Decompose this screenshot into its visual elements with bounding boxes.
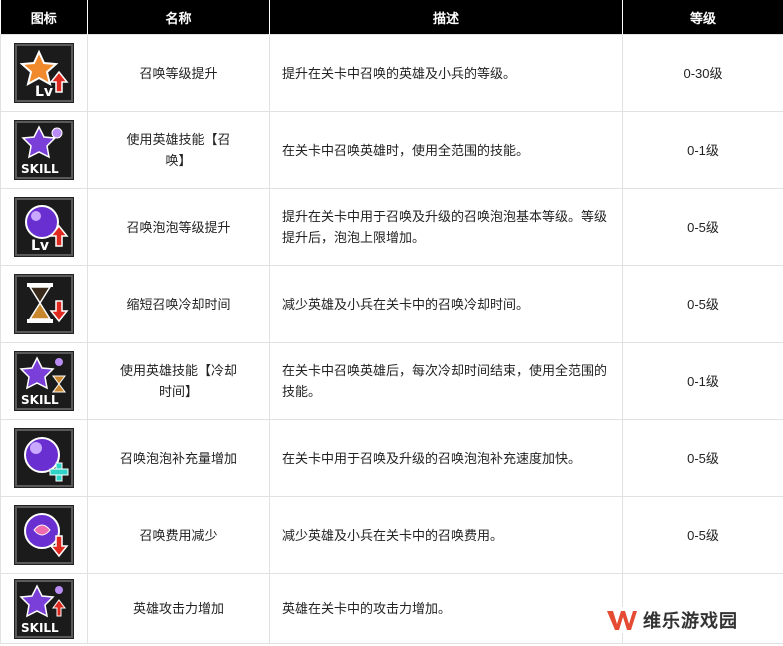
table-row: Lv 召唤泡泡等级提升 提升在关卡中用于召唤及升级的召唤泡泡基本等级。等级提升后…	[0, 188, 783, 266]
skill-name: 缩短召唤冷却时间	[87, 265, 270, 343]
hero-skill-summon-icon: SKILL	[14, 120, 74, 180]
skill-table: 图标 名称 描述 等级 Lv 召唤等级提升 提升在关卡中召唤的英雄及小兵的等级。…	[0, 0, 783, 644]
table-row: 缩短召唤冷却时间 减少英雄及小兵在关卡中的召唤冷却时间。 0-5级	[0, 265, 783, 343]
skill-desc: 减少英雄及小兵在关卡中的召唤费用。	[269, 496, 623, 574]
skill-desc: 提升在关卡中召唤的英雄及小兵的等级。	[269, 34, 623, 112]
skill-name: 使用英雄技能【冷却时间】	[87, 342, 270, 420]
table-row: Lv 召唤等级提升 提升在关卡中召唤的英雄及小兵的等级。 0-30级	[0, 34, 783, 112]
skill-name: 召唤泡泡补充量增加	[87, 419, 270, 497]
skill-name: 使用英雄技能【召唤】	[87, 111, 270, 189]
skill-name: 召唤泡泡等级提升	[87, 188, 270, 266]
svg-text:SKILL: SKILL	[21, 162, 59, 176]
hourglass-cooldown-down-icon	[14, 274, 74, 334]
skill-level: 0-5级	[622, 265, 783, 343]
skill-level: 0-5级	[622, 419, 783, 497]
skill-desc: 在关卡中召唤英雄后，每次冷却时间结束，使用全范围的技能。	[269, 342, 623, 420]
svg-text:Lv: Lv	[35, 84, 53, 100]
w-logo-icon	[607, 611, 637, 630]
table-row: 召唤费用减少 减少英雄及小兵在关卡中的召唤费用。 0-5级	[0, 496, 783, 574]
skill-name: 召唤等级提升	[87, 34, 270, 112]
table-header: 图标 名称 描述 等级	[0, 0, 783, 35]
skill-level: 0-5级	[622, 188, 783, 266]
skill-desc: 提升在关卡中用于召唤及升级的召唤泡泡基本等级。等级提升后，泡泡上限增加。	[269, 188, 623, 266]
skill-name: 召唤费用减少	[87, 496, 270, 574]
skill-desc: 英雄在关卡中的攻击力增加。	[269, 573, 623, 644]
svg-text:SKILL: SKILL	[21, 621, 59, 635]
header-level: 等级	[622, 0, 783, 35]
header-icon: 图标	[0, 0, 88, 35]
header-name: 名称	[87, 0, 270, 35]
bubble-cost-down-icon	[14, 505, 74, 565]
skill-level: 0-1级	[622, 342, 783, 420]
table-row: SKILL 使用英雄技能【冷却时间】 在关卡中召唤英雄后，每次冷却时间结束，使用…	[0, 342, 783, 420]
table-row: SKILL 使用英雄技能【召唤】 在关卡中召唤英雄时，使用全范围的技能。 0-1…	[0, 111, 783, 189]
svg-text:SKILL: SKILL	[21, 393, 59, 407]
skill-desc: 在关卡中用于召唤及升级的召唤泡泡补充速度加快。	[269, 419, 623, 497]
skill-desc: 减少英雄及小兵在关卡中的召唤冷却时间。	[269, 265, 623, 343]
star-level-up-icon: Lv	[14, 43, 74, 103]
hero-skill-cooldown-icon: SKILL	[14, 351, 74, 411]
table-row: 召唤泡泡补充量增加 在关卡中用于召唤及升级的召唤泡泡补充速度加快。 0-5级	[0, 419, 783, 497]
skill-name: 英雄攻击力增加	[87, 573, 270, 644]
header-desc: 描述	[269, 0, 623, 35]
hero-skill-attack-up-icon: SKILL	[14, 578, 74, 639]
skill-level: 0-30级	[622, 34, 783, 112]
skill-level: 0-1级	[622, 111, 783, 189]
skill-level: 0-5级	[622, 496, 783, 574]
watermark-text: 维乐游戏园	[643, 611, 738, 632]
bubble-level-up-icon: Lv	[14, 197, 74, 257]
watermark-logo: 维乐游戏园	[607, 607, 744, 633]
skill-desc: 在关卡中召唤英雄时，使用全范围的技能。	[269, 111, 623, 189]
svg-text:Lv: Lv	[31, 238, 49, 254]
bubble-charge-plus-icon	[14, 428, 74, 488]
